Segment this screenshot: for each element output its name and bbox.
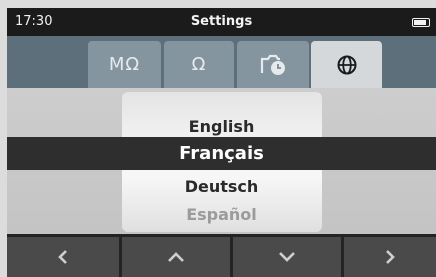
nav-left-button[interactable]: [7, 237, 119, 277]
globe-icon: [337, 55, 356, 74]
language-option-english[interactable]: English: [7, 117, 436, 136]
tab-bar: MΩ Ω: [7, 36, 436, 88]
tab-megaohm-label: MΩ: [108, 54, 141, 75]
timer-card-icon: [260, 54, 285, 75]
tab-timer[interactable]: [237, 41, 309, 88]
navigation-bar: [7, 234, 436, 277]
language-picker-area: English Français Deutsch Español: [7, 88, 436, 234]
language-option-deutsch[interactable]: Deutsch: [7, 177, 436, 196]
battery-level: [414, 20, 426, 25]
chevron-left-icon: [58, 250, 67, 264]
nav-up-button[interactable]: [122, 237, 230, 277]
chevron-right-icon: [386, 250, 395, 264]
language-option-espanol[interactable]: Español: [7, 205, 436, 224]
tab-ohm-label: Ω: [191, 54, 207, 75]
screen-title: Settings: [190, 14, 253, 29]
nav-down-button[interactable]: [233, 237, 341, 277]
selected-language-label: Français: [179, 143, 264, 164]
status-bar: 17:30 Settings: [7, 8, 436, 36]
chevron-down-icon: [279, 252, 295, 262]
tab-language[interactable]: [311, 41, 382, 88]
language-option-selected[interactable]: Français: [7, 137, 436, 170]
battery-icon: [412, 18, 430, 27]
device-screen: 17:30 Settings MΩ Ω English Français Deu…: [7, 8, 436, 277]
tab-ohm[interactable]: Ω: [164, 41, 234, 88]
chevron-up-icon: [168, 252, 184, 262]
nav-right-button[interactable]: [344, 237, 436, 277]
tab-megaohm[interactable]: MΩ: [88, 41, 161, 88]
